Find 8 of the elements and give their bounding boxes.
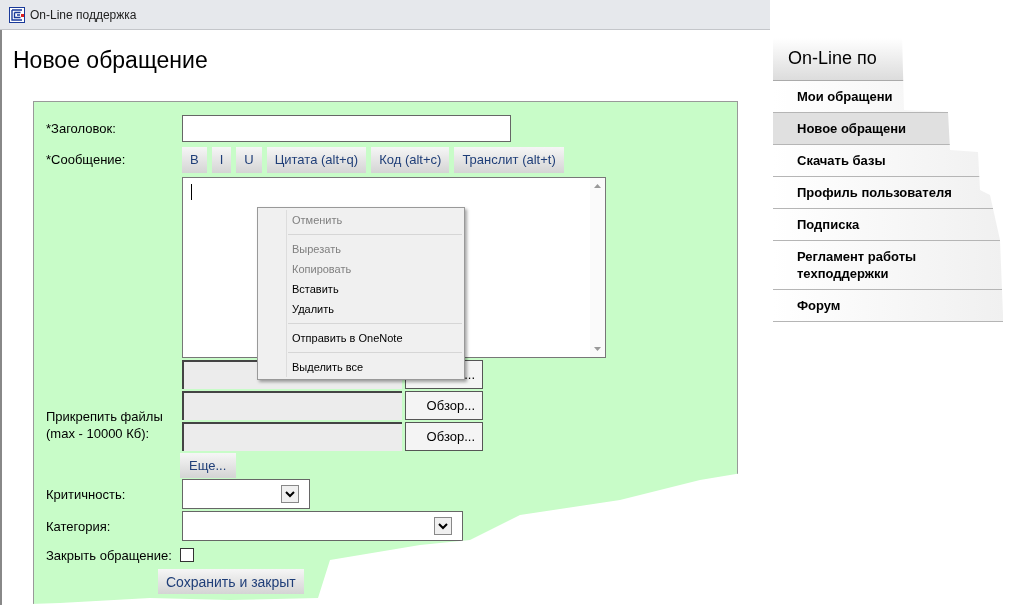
checkbox-label: Закрыть обращение: bbox=[46, 547, 172, 563]
field-label: Прикрепить файлы (max - 10000 Кб): bbox=[46, 408, 164, 442]
field-label: *Сообщение: bbox=[46, 152, 127, 167]
page-heading: Новое обращение bbox=[13, 46, 209, 74]
field-label: Критичность: bbox=[46, 486, 127, 502]
field-label: Категория: bbox=[46, 518, 112, 534]
field-label: *Заголовок: bbox=[46, 120, 117, 136]
window-title: On-Line поддержка bbox=[30, 7, 137, 22]
